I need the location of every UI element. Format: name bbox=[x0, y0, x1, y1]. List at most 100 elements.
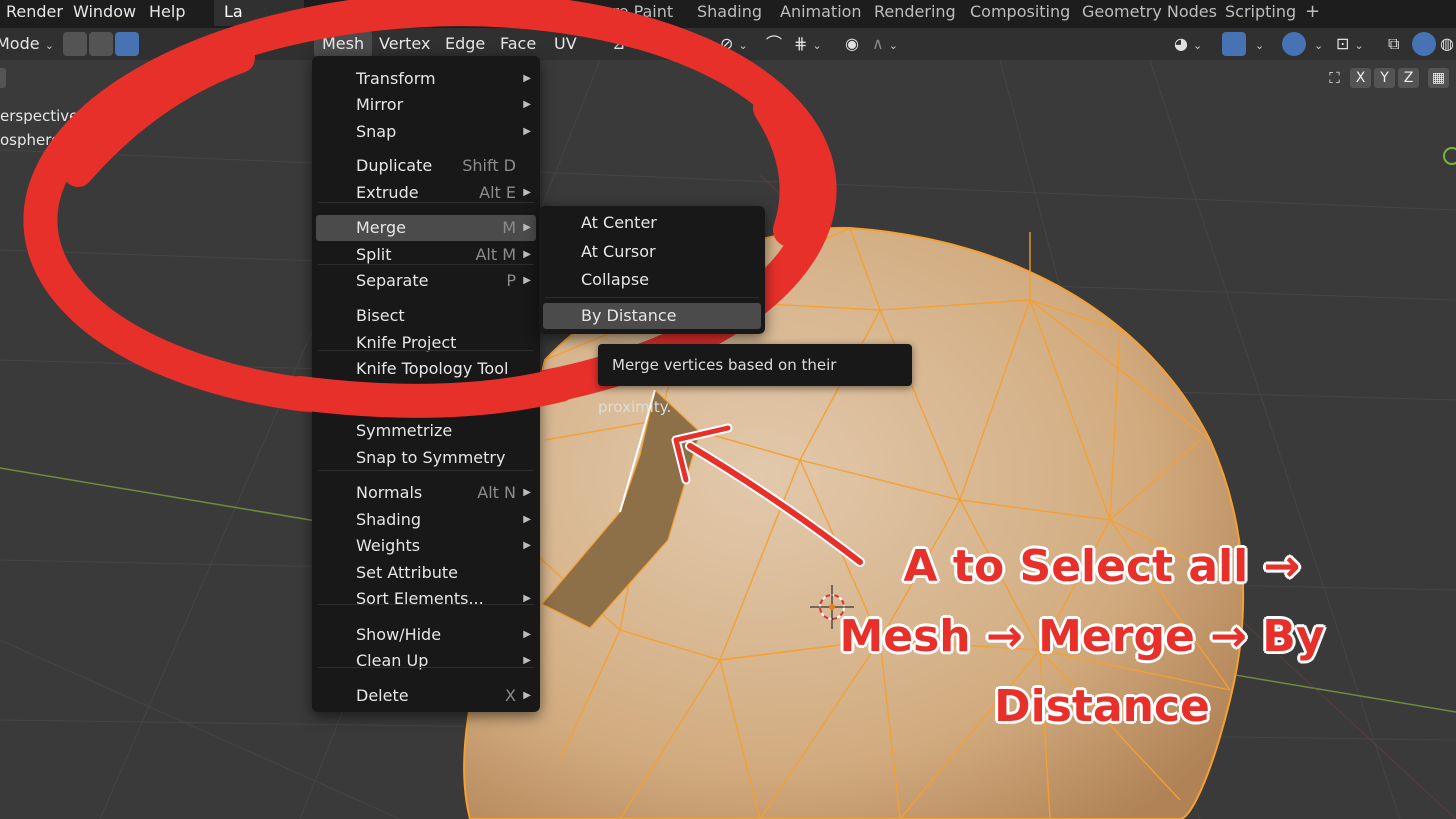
menu-item-shortcut: Alt N bbox=[477, 483, 516, 502]
menu-item-label: Weights bbox=[356, 536, 421, 555]
menu-item-label: Sort Elements... bbox=[356, 589, 484, 608]
tab-layout[interactable]: La bbox=[214, 0, 304, 26]
submenu-arrow-icon: ▶ bbox=[523, 629, 531, 640]
submenu-arrow-icon: ▶ bbox=[523, 275, 531, 286]
tab-shading[interactable]: Shading bbox=[697, 0, 762, 26]
face-select-icon[interactable] bbox=[115, 32, 139, 56]
menu-item-weights[interactable]: Weights ▶ bbox=[316, 533, 536, 559]
tab-animation[interactable]: Animation bbox=[780, 0, 862, 26]
grid-toggle-icon[interactable]: ▦ bbox=[1428, 68, 1449, 88]
viewport-object-label: osphere bbox=[0, 131, 61, 149]
submenu-arrow-icon: ▶ bbox=[523, 540, 531, 551]
mesh-edit-overlay-icon[interactable]: ⊡ ⌄ bbox=[1336, 31, 1364, 57]
tooltip: Merge vertices based on their proximity. bbox=[598, 344, 912, 416]
tab-geometry-nodes[interactable]: Geometry Nodes bbox=[1082, 0, 1217, 26]
menu-item-snap[interactable]: Snap ▶ bbox=[316, 119, 536, 145]
menu-item-label: Symmetrize bbox=[356, 421, 453, 440]
menu-item-label: Duplicate bbox=[356, 156, 433, 175]
shading-solid-icon[interactable] bbox=[1412, 32, 1436, 56]
menu-item-show-hide[interactable]: Show/Hide ▶ bbox=[316, 622, 536, 648]
menu-window[interactable]: Window bbox=[73, 0, 136, 26]
submenu-item-label: Collapse bbox=[581, 270, 649, 289]
axis-x-button[interactable]: X bbox=[1350, 68, 1371, 88]
menu-separator bbox=[318, 604, 534, 605]
menu-item-label: Bisect bbox=[356, 306, 405, 325]
menu-item-separate[interactable]: Separate P ▶ bbox=[316, 268, 536, 294]
menu-item-knife-topology-tool[interactable]: Knife Topology Tool bbox=[316, 356, 536, 382]
menu-separator bbox=[318, 264, 534, 265]
menu-face[interactable]: Face bbox=[500, 31, 536, 57]
menu-item-set-attribute[interactable]: Set Attribute bbox=[316, 560, 536, 586]
menu-item-bisect[interactable]: Bisect bbox=[316, 303, 536, 329]
menu-vertex[interactable]: Vertex bbox=[379, 31, 430, 57]
menu-render[interactable]: Render bbox=[6, 0, 63, 26]
overlay-chevron-icon[interactable]: ⌄ bbox=[1314, 31, 1323, 57]
submenu-item-label: By Distance bbox=[581, 306, 677, 325]
gizmo-toggle-icon[interactable] bbox=[1222, 32, 1246, 56]
submenu-item-at-center[interactable]: At Center bbox=[543, 210, 761, 236]
menu-item-normals[interactable]: Normals Alt N ▶ bbox=[316, 480, 536, 506]
pivot-point-icon[interactable]: ⊘ ⌄ bbox=[720, 31, 748, 57]
tab-compositing[interactable]: Compositing bbox=[970, 0, 1070, 26]
submenu-arrow-icon: ▶ bbox=[523, 487, 531, 498]
menu-item-mirror[interactable]: Mirror ▶ bbox=[316, 92, 536, 118]
menu-separator bbox=[318, 350, 534, 351]
snap-target-icon[interactable]: ⋕ ⌄ bbox=[794, 31, 822, 57]
visibility-eye-icon[interactable]: ◕ ⌄ bbox=[1174, 31, 1202, 57]
menu-separator bbox=[318, 667, 534, 668]
submenu-item-collapse[interactable]: Collapse bbox=[543, 267, 761, 293]
mode-selector[interactable]: Mode ⌄ bbox=[0, 31, 54, 57]
menu-item-symmetrize[interactable]: Symmetrize bbox=[316, 418, 536, 444]
menu-item-label: Merge bbox=[356, 218, 406, 237]
add-workspace-button[interactable]: + bbox=[1305, 0, 1320, 26]
shading-material-icon[interactable]: ◍ bbox=[1440, 31, 1454, 57]
xray-toggle-icon[interactable]: ⧉ bbox=[1388, 31, 1399, 57]
viewport-gizmo-dot bbox=[1443, 147, 1456, 165]
menu-item-duplicate[interactable]: Duplicate Shift D bbox=[316, 153, 536, 179]
sidebar-toggle-icon[interactable]: ⋮ bbox=[0, 68, 6, 88]
menu-item-shading[interactable]: Shading ▶ bbox=[316, 507, 536, 533]
transform-orientation-icon[interactable]: ⊿ bbox=[612, 31, 625, 57]
menu-item-snap-to-symmetry[interactable]: Snap to Symmetry bbox=[316, 445, 536, 471]
menu-item-clean-up[interactable]: Clean Up ▶ bbox=[316, 648, 536, 674]
snap-magnet-icon[interactable]: ⌒ bbox=[766, 31, 782, 57]
menu-item-shortcut: P bbox=[506, 271, 516, 290]
menu-separator bbox=[318, 405, 534, 406]
top-bar: Render Window Help La ture Paint Shading… bbox=[0, 0, 1456, 28]
menu-item-merge[interactable]: Merge M ▶ bbox=[316, 215, 536, 241]
submenu-item-by-distance[interactable]: By Distance bbox=[543, 303, 761, 329]
menu-item-label: Snap to Symmetry bbox=[356, 448, 506, 467]
axis-z-button[interactable]: Z bbox=[1398, 68, 1419, 88]
menu-item-transform[interactable]: Transform ▶ bbox=[316, 66, 536, 92]
navigation-gizmo-icon[interactable]: ⛶ bbox=[1324, 68, 1345, 88]
falloff-icon[interactable]: ∧ ⌄ bbox=[872, 31, 898, 57]
submenu-arrow-icon: ▶ bbox=[523, 222, 531, 233]
edge-select-icon[interactable] bbox=[89, 32, 113, 56]
menu-item-label: Delete bbox=[356, 686, 409, 705]
menu-help[interactable]: Help bbox=[149, 0, 185, 26]
menu-item-label: Transform bbox=[356, 69, 436, 88]
axis-y-button[interactable]: Y bbox=[1374, 68, 1395, 88]
menu-item-label: Shading bbox=[356, 510, 421, 529]
mesh-menu: Transform ▶ Mirror ▶ Snap ▶ Duplicate Shift D Ex… bbox=[312, 56, 540, 712]
menu-item-label: Snap bbox=[356, 122, 397, 141]
menu-edge[interactable]: Edge bbox=[445, 31, 485, 57]
menu-item-delete[interactable]: Delete X ▶ bbox=[316, 683, 536, 709]
menu-item-shortcut: Shift D bbox=[462, 156, 516, 175]
tab-rendering[interactable]: Rendering bbox=[874, 0, 956, 26]
menu-item-sort-elements[interactable]: Sort Elements... ▶ bbox=[316, 586, 536, 612]
menu-uv[interactable]: UV bbox=[554, 31, 577, 57]
submenu-item-at-cursor[interactable]: At Cursor bbox=[543, 239, 761, 265]
menu-item-knife-project[interactable]: Knife Project bbox=[316, 330, 536, 356]
vertex-select-icon[interactable] bbox=[63, 32, 87, 56]
menu-mesh[interactable]: Mesh bbox=[314, 31, 373, 57]
proportional-edit-icon[interactable]: ◉ bbox=[845, 31, 859, 57]
tab-texture-paint[interactable]: ture Paint bbox=[596, 0, 673, 26]
annotation-line-1: A to Select all → bbox=[903, 541, 1301, 592]
gizmo-chevron-icon[interactable]: ⌄ bbox=[1255, 31, 1264, 57]
viewport-header: Mode ⌄ Mesh Vertex Edge Face UV ⊿ ⊘ ⌄ ⌒ … bbox=[0, 28, 1456, 60]
menu-item-label: Separate bbox=[356, 271, 429, 290]
overlay-toggle-icon[interactable] bbox=[1282, 32, 1306, 56]
tab-scripting[interactable]: Scripting bbox=[1225, 0, 1296, 26]
menu-item-label: Mirror bbox=[356, 95, 404, 114]
